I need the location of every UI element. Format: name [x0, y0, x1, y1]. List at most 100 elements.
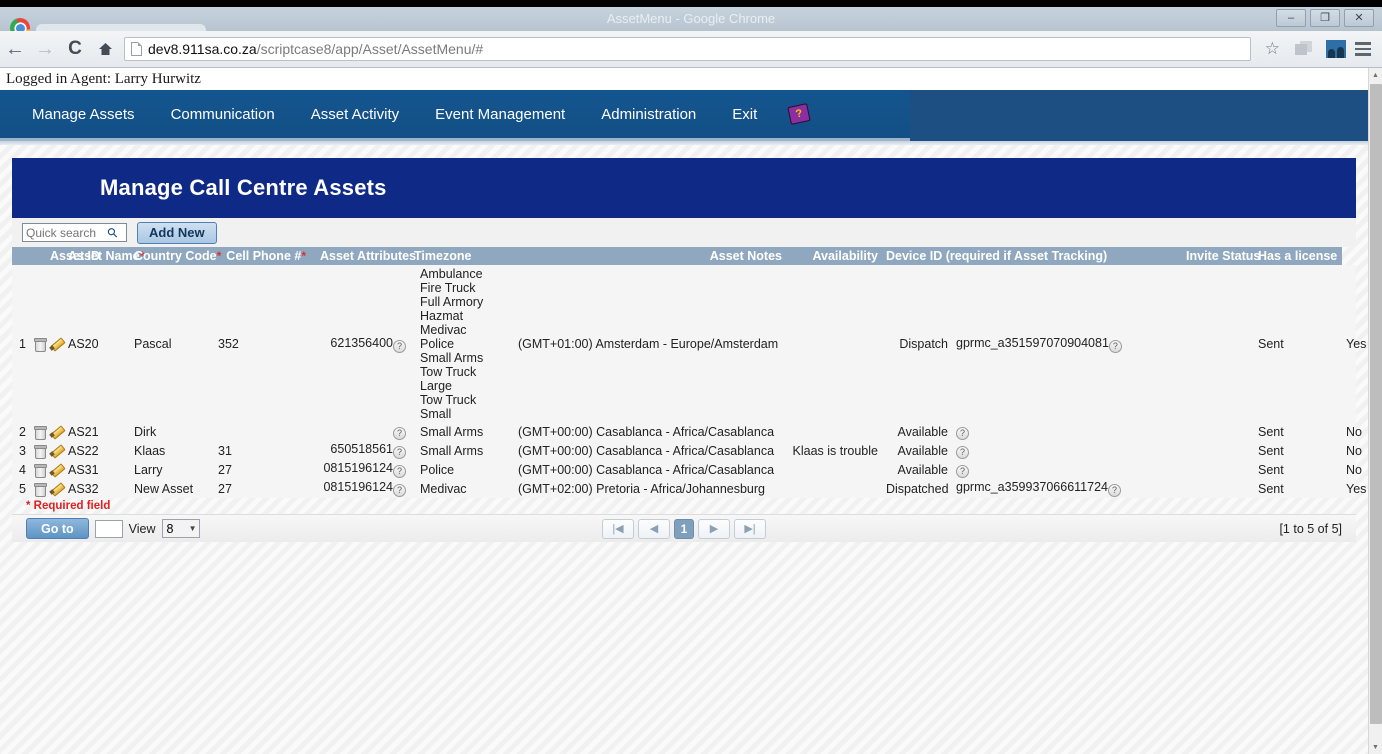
row-actions-edit[interactable]	[46, 479, 64, 498]
cell-invite-status: Sent	[1254, 422, 1343, 441]
prev-page-button[interactable]: ◀	[638, 518, 670, 539]
row-actions-edit[interactable]	[46, 265, 64, 422]
col-availability[interactable]: Availability	[786, 247, 882, 265]
nav-item-communication[interactable]: Communication	[153, 106, 293, 123]
row-number: 3	[12, 441, 30, 460]
quick-search[interactable]: ⚲	[22, 223, 127, 242]
col-device-id[interactable]: Device ID (required if Asset Tracking)	[882, 247, 1183, 265]
cell-availability: Available	[882, 422, 952, 441]
rows-per-page-value: 8	[166, 521, 174, 536]
trash-icon[interactable]	[34, 482, 47, 497]
col-timezone[interactable]: Timezone	[410, 247, 514, 265]
goto-button[interactable]: Go to	[26, 518, 89, 539]
row-actions-edit[interactable]	[46, 441, 64, 460]
table-row: 3 AS22 Klaas 31 650518561? Small Arms (G…	[12, 441, 1362, 460]
url-host: dev8.911sa.co.za	[148, 41, 257, 57]
scrollbar-thumb[interactable]	[1370, 84, 1382, 724]
pencil-icon[interactable]	[50, 463, 63, 476]
cell-country-code: 27	[214, 479, 310, 498]
cell-asset-attributes: Ambulance Fire Truck Full Armory Hazmat …	[410, 265, 514, 422]
cell-has-license: No	[1342, 422, 1362, 441]
nav-item-administration[interactable]: Administration	[583, 106, 714, 123]
home-icon[interactable]	[90, 42, 120, 56]
help-icon[interactable]: ?	[393, 446, 406, 459]
extension-icon[interactable]	[1295, 41, 1313, 57]
row-actions-delete[interactable]	[30, 441, 47, 460]
trash-icon[interactable]	[34, 338, 47, 352]
pencil-icon[interactable]	[50, 482, 63, 495]
nav-item-manage-assets[interactable]: Manage Assets	[0, 106, 153, 123]
help-icon[interactable]: ?	[956, 446, 969, 459]
close-button[interactable]: ✕	[1344, 9, 1374, 27]
pencil-icon[interactable]	[50, 444, 63, 457]
row-actions-delete[interactable]	[30, 422, 47, 441]
goto-page-input[interactable]	[94, 519, 123, 538]
reload-icon[interactable]: C	[60, 38, 90, 60]
col-has-license[interactable]: Has a license	[1254, 247, 1343, 265]
cell-device-id: ?	[952, 441, 1255, 460]
address-bar[interactable]: dev8.911sa.co.za/scriptcase8/app/Asset/A…	[124, 37, 1251, 61]
nav-item-asset-activity[interactable]: Asset Activity	[293, 106, 417, 123]
scroll-down-icon[interactable]: ▼	[1369, 740, 1382, 754]
browser-window: AssetMenu - Google Chrome – ❐ ✕ ← → C de…	[0, 0, 1382, 754]
col-cell-phone[interactable]: Cell Phone #*	[214, 247, 310, 265]
row-actions-delete[interactable]	[30, 265, 47, 422]
cell-asset-attributes: Police	[410, 460, 514, 479]
required-marker: *	[216, 249, 222, 263]
row-actions-edit[interactable]	[46, 422, 64, 441]
cell-availability: Available	[882, 460, 952, 479]
next-page-button[interactable]: ▶	[698, 518, 730, 539]
help-icon[interactable]: ?	[956, 465, 969, 478]
help-icon[interactable]: ?	[956, 427, 969, 440]
chrome-menu-icon[interactable]	[1352, 42, 1374, 56]
col-asset-attributes[interactable]: Asset Attributes	[310, 247, 416, 265]
pencil-icon[interactable]	[50, 425, 63, 438]
bookmark-star-icon[interactable]: ☆	[1257, 39, 1288, 59]
pencil-icon[interactable]	[50, 337, 63, 350]
current-page-button[interactable]: 1	[674, 518, 694, 539]
col-asset-id[interactable]: Asset ID	[46, 247, 100, 265]
cell-asset-notes: Klaas is trouble	[786, 441, 882, 460]
cell-country-code: 352	[214, 265, 310, 422]
help-icon[interactable]: ?	[393, 465, 406, 478]
profile-avatar-icon[interactable]	[1326, 40, 1346, 58]
restore-button[interactable]: ❐	[1310, 9, 1340, 27]
trash-icon[interactable]	[34, 444, 47, 459]
trash-icon[interactable]	[34, 463, 47, 478]
help-icon[interactable]: ?	[1107, 484, 1121, 497]
col-country-code[interactable]: Country Code*	[130, 247, 221, 265]
col-invite-status[interactable]: Invite Status	[1182, 247, 1260, 265]
last-page-button[interactable]: ▶|	[734, 518, 766, 539]
add-new-button[interactable]: Add New	[137, 221, 217, 244]
chevron-down-icon: ▼	[188, 524, 197, 533]
minimize-button[interactable]: –	[1276, 9, 1306, 27]
cell-asset-id: AS31	[64, 460, 130, 479]
trash-icon[interactable]	[34, 425, 47, 440]
help-icon[interactable]: ?	[393, 427, 406, 440]
col-asset-name[interactable]: Asset Name*	[64, 247, 144, 265]
cell-cell-phone: 650518561?	[310, 441, 410, 460]
app-nav: Manage Assets Communication Asset Activi…	[0, 90, 910, 141]
help-icon[interactable]: ?	[393, 339, 406, 353]
row-number: 1	[12, 265, 30, 422]
page-scrollbar[interactable]: ▲ ▼	[1368, 68, 1382, 754]
help-icon[interactable]: ?	[1108, 339, 1122, 353]
col-asset-notes[interactable]: Asset Notes	[514, 247, 786, 265]
row-actions-delete[interactable]	[30, 479, 47, 498]
help-icon[interactable]: ?	[393, 484, 406, 497]
rows-per-page-select[interactable]: 8 ▼	[161, 519, 200, 538]
nav-item-event-management[interactable]: Event Management	[417, 106, 583, 123]
row-actions-delete[interactable]	[30, 460, 47, 479]
search-input[interactable]	[26, 225, 108, 240]
help-book-icon[interactable]	[788, 103, 811, 125]
forward-icon[interactable]: →	[30, 38, 60, 61]
cell-invite-status: Sent	[1254, 265, 1343, 422]
row-actions-edit[interactable]	[46, 460, 64, 479]
nav-item-exit[interactable]: Exit	[714, 106, 775, 123]
scroll-up-icon[interactable]: ▲	[1369, 68, 1382, 82]
back-icon[interactable]: ←	[0, 38, 30, 61]
cell-asset-id: AS32	[64, 479, 130, 498]
first-page-button[interactable]: |◀	[602, 518, 634, 539]
page-header: Manage Call Centre Assets	[12, 158, 1356, 218]
cell-asset-notes	[786, 460, 882, 479]
